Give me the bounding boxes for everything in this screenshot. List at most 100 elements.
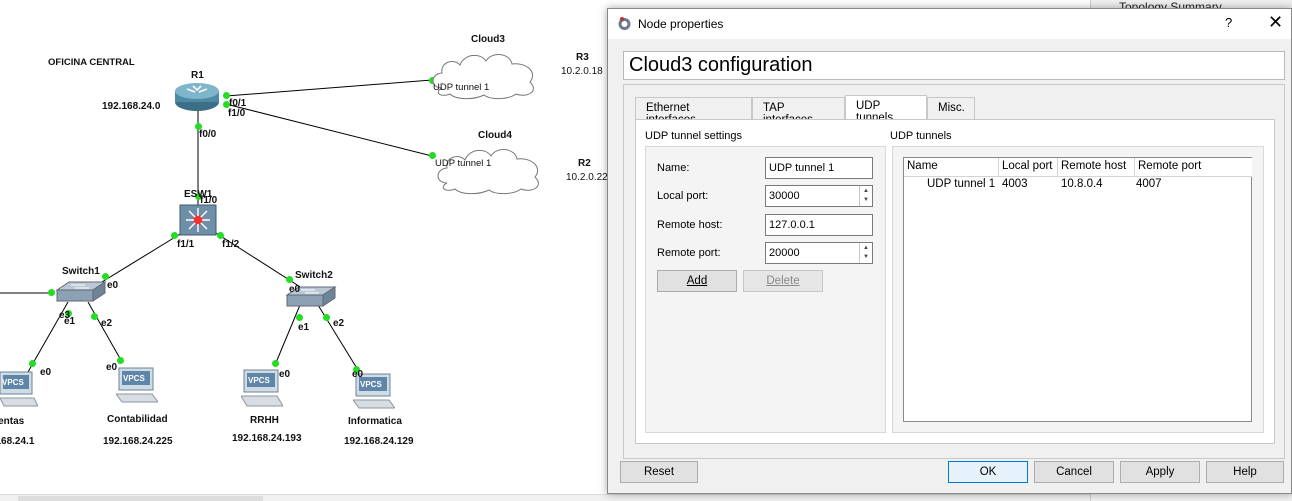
spin-up-icon[interactable]: ▲ bbox=[863, 188, 869, 194]
vpcs-label: VPCS bbox=[248, 376, 270, 385]
row-remote-host-cell: 10.8.0.4 bbox=[1061, 178, 1103, 190]
vpcs-icon bbox=[115, 367, 159, 403]
pc-contabilidad[interactable]: VPCS bbox=[115, 366, 159, 406]
spin-down-icon[interactable]: ▼ bbox=[863, 254, 869, 260]
tab-udp-tunnels[interactable]: UDP tunnels bbox=[845, 95, 927, 124]
cancel-button[interactable]: Cancel bbox=[1034, 461, 1114, 483]
port-sw2-e0: e0 bbox=[289, 284, 301, 295]
switch1-name: Switch1 bbox=[62, 266, 100, 277]
port-r1-f10: f1/0 bbox=[228, 108, 246, 119]
link-dot bbox=[29, 360, 36, 367]
horizontal-scrollbar[interactable] bbox=[0, 494, 1100, 501]
help-button[interactable]: Help bbox=[1206, 461, 1284, 483]
udp-tunnels-title: UDP tunnels bbox=[890, 130, 952, 142]
link-dot bbox=[117, 357, 124, 364]
local-port-spinbox[interactable]: 30000 bbox=[765, 185, 873, 207]
cloud4-node[interactable] bbox=[433, 143, 548, 195]
port-esw-f10: f1/0 bbox=[200, 195, 218, 206]
office-label: OFICINA CENTRAL bbox=[48, 57, 135, 68]
r1-name: R1 bbox=[191, 70, 204, 81]
cloud4-name: Cloud4 bbox=[478, 130, 512, 141]
gns3-app-icon bbox=[618, 17, 631, 30]
link-dot bbox=[217, 232, 224, 239]
link-r1-cloud4[interactable] bbox=[225, 103, 433, 157]
port-pc2-e0: e0 bbox=[106, 362, 118, 373]
close-icon[interactable]: ✕ bbox=[1268, 12, 1283, 33]
row-remote-port-cell: 4007 bbox=[1136, 178, 1162, 190]
scrollbar-thumb[interactable] bbox=[18, 496, 263, 501]
tab-ethernet-interfaces[interactable]: Ethernet interfaces bbox=[635, 97, 752, 126]
remote-host-field[interactable]: 127.0.0.1 bbox=[765, 214, 873, 236]
switch2-name: Switch2 bbox=[295, 270, 333, 281]
vpcs-icon bbox=[0, 371, 39, 407]
name-label: Name: bbox=[657, 162, 690, 174]
link-dot bbox=[272, 360, 279, 367]
remote-port-label: Remote port: bbox=[657, 247, 721, 259]
pc-informatica-name: Informatica bbox=[348, 416, 402, 427]
link-dot bbox=[171, 232, 178, 239]
port-pc4-e0: e0 bbox=[352, 369, 364, 380]
router-icon bbox=[175, 83, 219, 111]
local-port-spin-buttons[interactable]: ▲ ▼ bbox=[859, 186, 871, 206]
pc-contabilidad-ip: 192.168.24.225 bbox=[103, 436, 173, 447]
pc-ventas-ip: 192.168.24.1 bbox=[0, 436, 35, 447]
port-sw2-e2: e2 bbox=[333, 318, 345, 329]
tab-tap-interfaces[interactable]: TAP interfaces bbox=[752, 97, 845, 126]
port-sw1-e1: e1 bbox=[64, 316, 76, 327]
link-dot bbox=[91, 313, 98, 320]
vpcs-icon bbox=[240, 369, 284, 407]
link-switch1-contabilidad[interactable] bbox=[87, 301, 123, 363]
link-dot bbox=[296, 314, 303, 321]
udp-tunnels-table[interactable]: Name Local port Remote host Remote port … bbox=[903, 157, 1252, 422]
spin-down-icon[interactable]: ▼ bbox=[863, 197, 869, 203]
switch1-node[interactable] bbox=[55, 280, 107, 304]
pc-rrhh[interactable]: VPCS bbox=[240, 368, 284, 410]
port-r1-f00: f0/0 bbox=[199, 129, 217, 140]
port-esw-f11: f1/1 bbox=[177, 239, 195, 250]
remote-port-spin-buttons[interactable]: ▲ ▼ bbox=[859, 243, 871, 263]
port-sw1-e2: e2 bbox=[101, 318, 113, 329]
dialog-titlebar[interactable]: Node properties ? ✕ bbox=[608, 9, 1291, 39]
link-r1-cloud3[interactable] bbox=[225, 79, 433, 97]
remote-port-spinbox[interactable]: 20000 bbox=[765, 242, 873, 264]
help-icon[interactable]: ? bbox=[1225, 15, 1232, 30]
port-esw-f12: f1/2 bbox=[222, 239, 240, 250]
pc-ventas-name: Ventas bbox=[0, 416, 25, 427]
spin-up-icon[interactable]: ▲ bbox=[863, 245, 869, 251]
pc-ventas[interactable]: VPCS bbox=[0, 370, 39, 410]
vpcs-label: VPCS bbox=[2, 378, 24, 387]
delete-button[interactable]: Delete bbox=[743, 270, 823, 292]
tunnel-name-field[interactable]: UDP tunnel 1 bbox=[765, 157, 873, 179]
r3-ip: 10.2.0.18 bbox=[561, 66, 603, 77]
pc-contabilidad-name: Contabilidad bbox=[107, 414, 168, 425]
add-button[interactable]: Add bbox=[657, 270, 737, 292]
cloud-icon bbox=[437, 149, 539, 195]
pc-rrhh-name: RRHH bbox=[250, 415, 279, 426]
dialog-title: Node properties bbox=[638, 17, 724, 31]
port-sw2-e1: e1 bbox=[298, 322, 310, 333]
node-properties-dialog: Node properties ? ✕ Cloud3 configuration… bbox=[607, 8, 1292, 494]
apply-button[interactable]: Apply bbox=[1120, 461, 1200, 483]
r2-ip: 10.2.0.22 bbox=[566, 172, 608, 183]
cloud3-name: Cloud3 bbox=[471, 34, 505, 45]
r2-name: R2 bbox=[578, 158, 591, 169]
local-port-label: Local port: bbox=[657, 190, 709, 202]
vpcs-label: VPCS bbox=[123, 374, 145, 383]
ok-button[interactable]: OK bbox=[948, 461, 1028, 483]
delete-button-label: Delete bbox=[766, 275, 800, 287]
row-local-port-cell: 4003 bbox=[1002, 178, 1028, 190]
port-pc1-e0: e0 bbox=[40, 367, 52, 378]
router-r1[interactable] bbox=[173, 82, 221, 112]
row-name-cell: UDP tunnel 1 bbox=[927, 178, 996, 190]
add-button-label: Add bbox=[686, 275, 708, 287]
vpcs-label: VPCS bbox=[360, 380, 382, 389]
multilayer-switch-icon bbox=[179, 204, 217, 236]
reset-button[interactable]: Reset bbox=[620, 461, 698, 483]
link-dot bbox=[48, 289, 55, 296]
cloud3-tunnel: UDP tunnel 1 bbox=[433, 82, 490, 93]
remote-host-label: Remote host: bbox=[657, 219, 723, 231]
tab-misc[interactable]: Misc. bbox=[927, 97, 975, 119]
table-row[interactable]: UDP tunnel 1 4003 10.8.0.4 4007 bbox=[904, 158, 1251, 196]
switch-esw1[interactable] bbox=[179, 204, 217, 236]
link-dot bbox=[286, 276, 293, 283]
